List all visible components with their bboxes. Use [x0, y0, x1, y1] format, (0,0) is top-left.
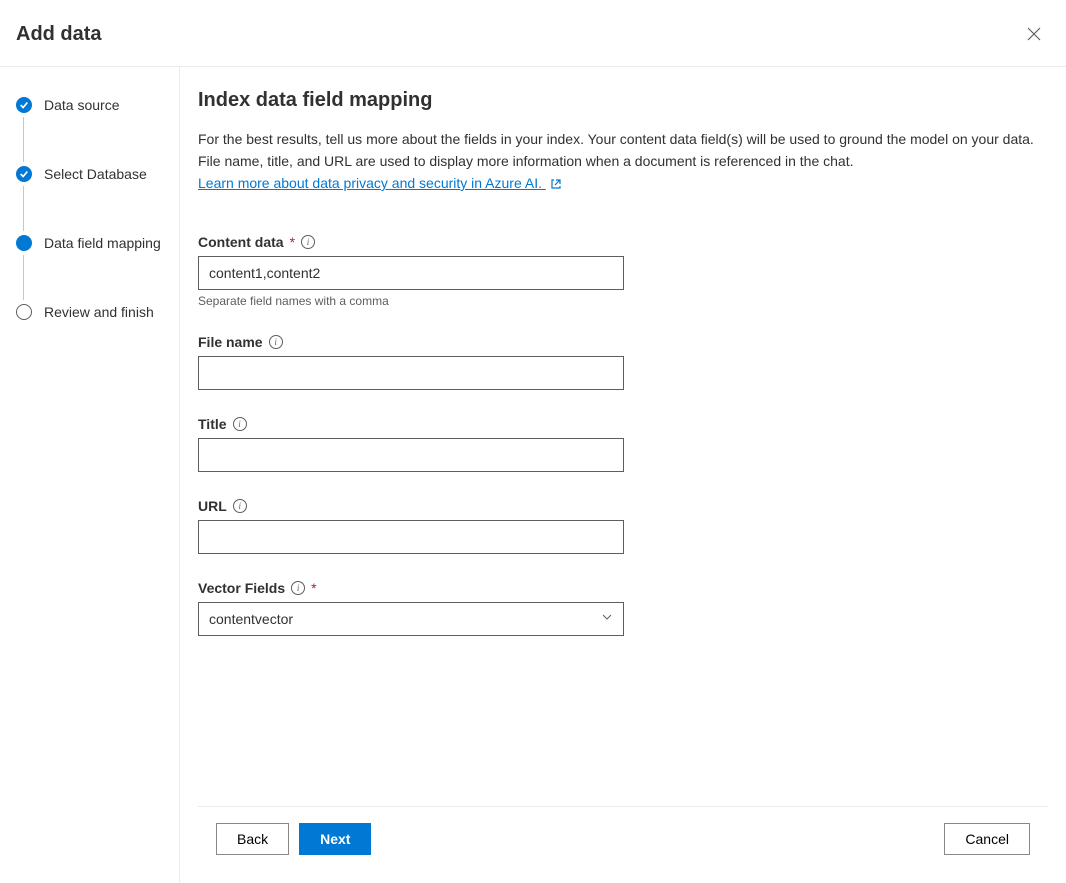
vector-fields-label: Vector Fields [198, 580, 285, 596]
check-icon [16, 97, 32, 113]
upcoming-step-icon [16, 304, 32, 320]
vector-fields-value: contentvector [209, 611, 293, 627]
step-label: Data field mapping [44, 233, 161, 253]
step-data-source[interactable]: Data source [16, 95, 167, 115]
external-link-icon [550, 174, 562, 196]
step-connector [23, 255, 24, 300]
file-name-input[interactable] [198, 356, 624, 390]
link-label: Learn more about data privacy and securi… [198, 175, 542, 191]
current-step-icon [16, 235, 32, 251]
close-button[interactable] [1018, 18, 1050, 50]
info-icon[interactable]: i [301, 235, 315, 249]
wizard-sidebar: Data source Select Database Data field m… [0, 67, 180, 883]
required-marker: * [290, 234, 295, 250]
step-data-field-mapping[interactable]: Data field mapping [16, 233, 167, 253]
file-name-label: File name [198, 334, 263, 350]
info-icon[interactable]: i [233, 499, 247, 513]
content-data-input[interactable] [198, 256, 624, 290]
close-icon [1027, 27, 1041, 41]
title-label: Title [198, 416, 227, 432]
step-select-database[interactable]: Select Database [16, 164, 167, 184]
required-marker: * [311, 580, 316, 596]
back-button[interactable]: Back [216, 823, 289, 855]
learn-more-link[interactable]: Learn more about data privacy and securi… [198, 175, 562, 191]
step-connector [23, 186, 24, 231]
step-label: Select Database [44, 164, 147, 184]
step-label: Data source [44, 95, 119, 115]
content-data-help: Separate field names with a comma [198, 294, 1048, 308]
info-icon[interactable]: i [269, 335, 283, 349]
info-icon[interactable]: i [291, 581, 305, 595]
page-description: For the best results, tell us more about… [198, 128, 1048, 196]
cancel-button[interactable]: Cancel [944, 823, 1030, 855]
info-icon[interactable]: i [233, 417, 247, 431]
next-button[interactable]: Next [299, 823, 371, 855]
dialog-title: Add data [16, 23, 102, 46]
url-label: URL [198, 498, 227, 514]
step-connector [23, 117, 24, 162]
check-icon [16, 166, 32, 182]
chevron-down-icon [601, 610, 613, 628]
description-text: For the best results, tell us more about… [198, 131, 1034, 169]
step-label: Review and finish [44, 302, 154, 322]
step-review-finish: Review and finish [16, 302, 167, 322]
page-title: Index data field mapping [198, 89, 1048, 112]
vector-fields-select[interactable]: contentvector [198, 602, 624, 636]
url-input[interactable] [198, 520, 624, 554]
title-input[interactable] [198, 438, 624, 472]
content-data-label: Content data [198, 234, 284, 250]
